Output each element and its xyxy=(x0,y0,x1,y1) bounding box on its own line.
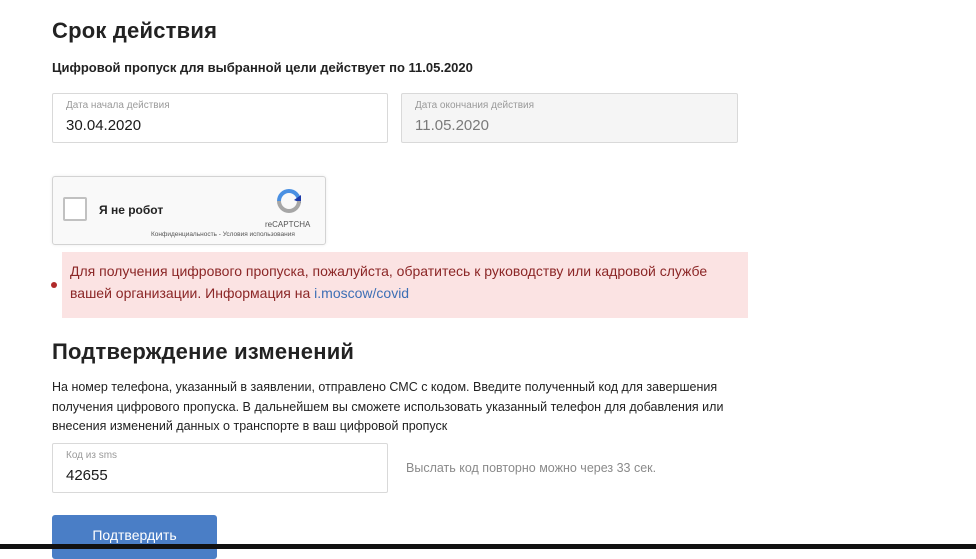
start-date-field[interactable]: Дата начала действия 30.04.2020 xyxy=(52,93,388,143)
recaptcha-logo-icon xyxy=(277,189,301,213)
validity-title: Срок действия xyxy=(52,18,218,43)
page: Срок действия Цифровой пропуск для выбра… xyxy=(0,0,976,559)
start-date-label: Дата начала действия xyxy=(66,100,170,111)
bottom-edge xyxy=(0,544,976,549)
recaptcha-label: Я не робот xyxy=(99,203,164,217)
error-dot-icon xyxy=(51,282,57,288)
recaptcha-links[interactable]: Конфиденциальность - Условия использован… xyxy=(151,231,295,238)
end-date-value: 11.05.2020 xyxy=(415,117,489,134)
recaptcha-checkbox[interactable] xyxy=(63,197,87,221)
resend-timer-text: Выслать код повторно можно через 33 сек. xyxy=(406,461,657,475)
recaptcha-brand: reCAPTCHA xyxy=(265,220,311,229)
end-date-field: Дата окончания действия 11.05.2020 xyxy=(401,93,738,143)
confirm-title: Подтверждение изменений xyxy=(52,339,355,364)
sms-code-label: Код из sms xyxy=(66,450,118,461)
error-alert: Для получения цифрового пропуска, пожалу… xyxy=(62,252,748,318)
sms-code-field[interactable]: Код из sms 42655 xyxy=(52,443,388,493)
recaptcha-widget: Я не робот reCAPTCHA Конфиденциальность … xyxy=(52,176,326,245)
validity-subtitle: Цифровой пропуск для выбранной цели дейс… xyxy=(52,60,473,75)
start-date-value: 30.04.2020 xyxy=(66,117,142,134)
alert-link[interactable]: i.moscow/covid xyxy=(314,285,409,301)
confirm-button[interactable]: Подтвердить xyxy=(52,515,217,559)
end-date-label: Дата окончания действия xyxy=(415,100,535,111)
sms-code-value: 42655 xyxy=(66,467,108,484)
confirm-description: На номер телефона, указанный в заявлении… xyxy=(52,380,724,433)
